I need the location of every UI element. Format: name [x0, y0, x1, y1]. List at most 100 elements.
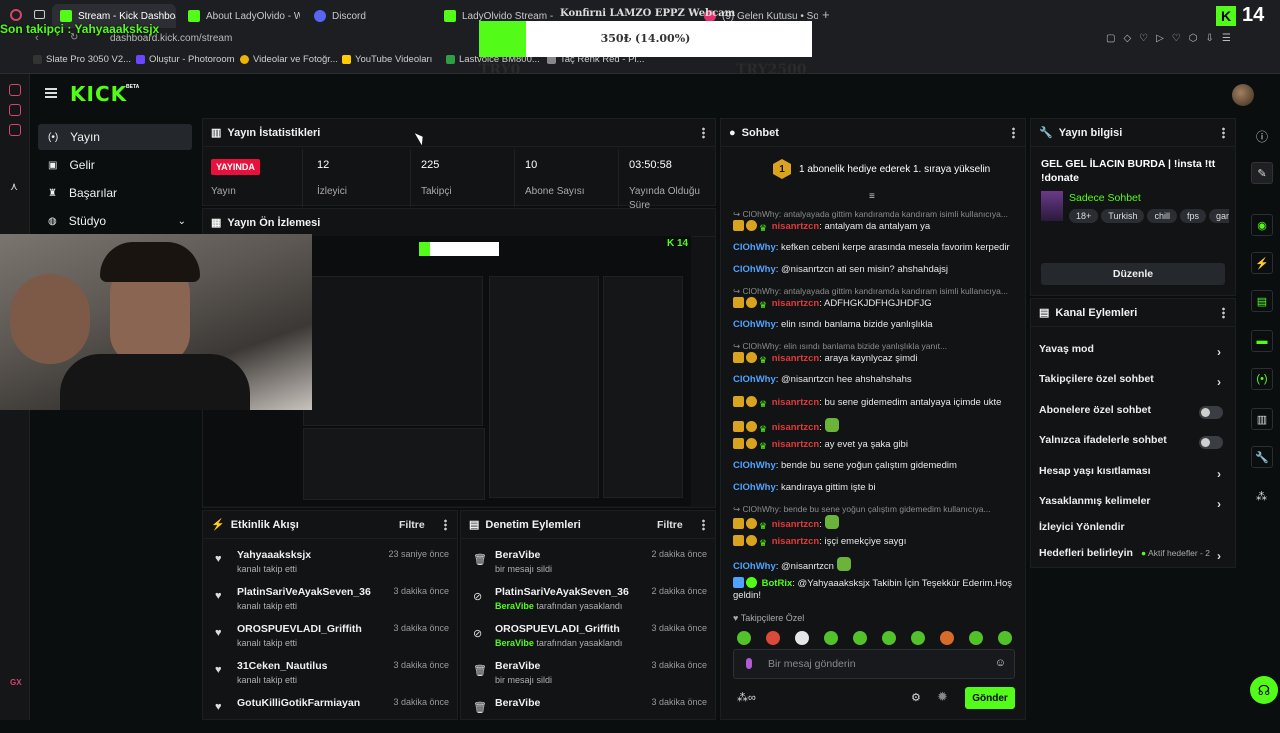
tab-about-ladyolvido[interactable]: About LadyOlvido - Watc	[180, 4, 300, 28]
info-icon[interactable]: ⓘ	[1256, 128, 1268, 145]
emote-icon[interactable]	[853, 631, 867, 645]
chat-username[interactable]: BotRix	[762, 578, 793, 589]
chat-reply-context[interactable]: ↪ ClOhWhy: bende bu sene yoğun çalıştım …	[733, 504, 1023, 515]
bookmark-item[interactable]: YouTube Videoları	[342, 54, 432, 65]
new-tab-icon[interactable]: +	[822, 7, 830, 22]
list-item[interactable]: 🗑 BeraVibe 3 dakika önce	[469, 697, 707, 733]
sidebar-item-basarilar[interactable]: ♜ Başarılar	[38, 180, 192, 206]
bookmark-item[interactable]: Slate Pro 3050 V2...	[33, 54, 131, 65]
collapse-icon[interactable]: ≡	[869, 191, 875, 202]
action-emote-only[interactable]: Yalnızca ifadelerle sohbet	[1039, 434, 1227, 456]
sidebar-app-icon[interactable]	[9, 84, 21, 96]
chat-username[interactable]: ClOhWhy	[733, 374, 776, 385]
list-item[interactable]: ♥ PlatinSariVeAyakSeven_36 kanalı takip et…	[211, 586, 449, 622]
gx-icon[interactable]: GX	[10, 678, 22, 687]
list-item[interactable]: 🗑 BeraVibe bir mesajı sildi 3 dakika önce	[469, 660, 707, 696]
sidebar-app-icon[interactable]	[9, 124, 21, 136]
action-host-viewers[interactable]: İzleyici Yönlendir	[1039, 521, 1227, 543]
emote-icon[interactable]	[737, 631, 751, 645]
chat-username[interactable]: ClOhWhy	[733, 460, 776, 471]
chat-username[interactable]: ClOhWhy	[733, 242, 776, 253]
chat-username[interactable]: ClOhWhy	[733, 561, 776, 572]
chat-message[interactable]: ClOhWhy: kefken cebeni kerpe arasında me…	[733, 242, 1023, 254]
activity-menu-icon[interactable]	[444, 519, 447, 531]
chat-message[interactable]: ♛ nisanrtzcn: araya kaynlycaz şimdi	[733, 352, 1023, 365]
document-icon[interactable]: ▤	[1251, 290, 1273, 312]
chat-message[interactable]: ♛ nisanrtzcn: bu sene gidemedim antalyay…	[733, 396, 1023, 409]
chat-username[interactable]: nisanrtzcn	[772, 298, 820, 309]
pencil-icon[interactable]: ✎	[1251, 162, 1273, 184]
chat-username[interactable]: nisanrtzcn	[772, 221, 820, 232]
microphone-icon[interactable]	[746, 658, 752, 669]
opera-logo-icon[interactable]	[10, 9, 22, 21]
moderation-menu-icon[interactable]	[702, 519, 705, 531]
chat-username[interactable]: nisanrtzcn	[772, 536, 820, 547]
kick-points-icon[interactable]: ⁂	[1256, 490, 1267, 503]
chat-username[interactable]: nisanrtzcn	[772, 353, 820, 364]
emote-icon[interactable]	[882, 631, 896, 645]
list-item[interactable]: ⊘ PlatinSariVeAyakSeven_36 BeraVibe tarafı…	[469, 586, 707, 622]
chat-username[interactable]: ClOhWhy	[733, 264, 776, 275]
tab-gaming-icon[interactable]	[34, 10, 45, 19]
kick-logo[interactable]: KICK	[70, 82, 127, 106]
subscribers-only-toggle[interactable]	[1199, 406, 1223, 419]
action-set-goals[interactable]: Hedefleri belirleyin ● Aktif hedefler - 2…	[1039, 547, 1227, 569]
kick-points-icon[interactable]: ⁂∞	[737, 691, 756, 704]
chat-message[interactable]: BotRix: @Yahyaaaksksjx Takibin İçin Teşe…	[733, 577, 1023, 602]
channel-actions-menu-icon[interactable]	[1222, 307, 1225, 319]
chat-message[interactable]: ♛ nisanrtzcn:	[733, 418, 1023, 434]
stream-info-menu-icon[interactable]	[1222, 127, 1225, 139]
sidebar-app-icon[interactable]	[9, 104, 21, 116]
browser-toolbar-icons[interactable]: ▢◇♡▷♡⬡⇩☰	[1106, 33, 1239, 44]
pinned-gift-banner[interactable]: 1 1 abonelik hediye ederek 1. sıraya yük…	[773, 159, 1023, 179]
action-account-age[interactable]: Hesap yaşı kısıtlaması ›	[1039, 465, 1227, 487]
emote-icon[interactable]	[940, 631, 954, 645]
list-item[interactable]: ♥ Yahyaaaksksjx kanalı takip etti 23 saniye…	[211, 549, 449, 585]
tag[interactable]: fps	[1179, 209, 1206, 223]
chat-reply-context[interactable]: ↪ ClOhWhy: antalyayada gittim kandıramda…	[733, 209, 1023, 220]
chat-message[interactable]: ClOhWhy: @nisanrtzcn	[733, 557, 1023, 573]
list-icon[interactable]: ▥	[1251, 408, 1273, 430]
tab-discord[interactable]: Discord	[306, 4, 426, 28]
tag[interactable]: gam	[1208, 209, 1229, 223]
list-item[interactable]: ♥ GotuKilliGotikFarmiayan 3 dakika önce	[211, 697, 449, 733]
action-followers-only[interactable]: Takipçilere özel sohbet ›	[1039, 373, 1227, 395]
list-item[interactable]: ♥ OROSPUEVLADI_Griffith kanalı takip etti 3…	[211, 623, 449, 659]
chat-menu-icon[interactable]	[1012, 127, 1015, 139]
list-item[interactable]: ♥ 31Ceken_Nautilus kanalı takip etti 3 daki…	[211, 660, 449, 696]
chat-message[interactable]: ClOhWhy: @nisanrtzcn hee ahshahshahs	[733, 374, 1023, 386]
broadcast-icon[interactable]: (•)	[1251, 368, 1273, 390]
emote-icon[interactable]	[998, 631, 1012, 645]
avatar[interactable]	[1232, 84, 1254, 106]
action-banned-words[interactable]: Yasaklanmış kelimeler ›	[1039, 495, 1227, 517]
chat-input[interactable]: Bir mesaj gönderin ☺	[733, 649, 1015, 679]
emote-icon[interactable]	[795, 631, 809, 645]
chat-message[interactable]: ClOhWhy: bende bu sene yoğun çalıştım gi…	[733, 460, 1023, 472]
camera-icon[interactable]: ◉	[1251, 214, 1273, 236]
chat-message[interactable]: ♛ nisanrtzcn: ADFHGKJDFHGJHDFJG	[733, 297, 1023, 310]
emote-icon[interactable]	[911, 631, 925, 645]
mod-icon[interactable]: ✹	[937, 689, 948, 705]
chat-message[interactable]: ♛ nisanrtzcn: işçi emekçiye saygı	[733, 535, 1023, 548]
chat-message[interactable]: ClOhWhy: elin ısındı banlama bizide yanl…	[733, 319, 1023, 331]
activity-filter-button[interactable]: Filtre	[399, 519, 425, 531]
chat-message[interactable]: ♛ nisanrtzcn: ay evet ya şaka gibi	[733, 438, 1023, 451]
chat-message[interactable]: ♛ nisanrtzcn: antalyam da antalyam ya	[733, 220, 1023, 233]
edit-button[interactable]: Düzenle	[1041, 263, 1225, 285]
emote-icon[interactable]	[766, 631, 780, 645]
list-item[interactable]: 🗑 BeraVibe bir mesajı sildi 2 dakika önce	[469, 549, 707, 585]
action-slow-mode[interactable]: Yavaş mod ›	[1039, 343, 1227, 365]
gear-icon[interactable]: ⚙	[911, 691, 921, 704]
action-subscribers-only[interactable]: Abonelere özel sohbet	[1039, 404, 1227, 426]
emote-icon[interactable]	[969, 631, 983, 645]
sidebar-item-yayin[interactable]: (•) Yayın	[38, 124, 192, 150]
lightning-icon[interactable]: ⚡	[1251, 252, 1273, 274]
tag[interactable]: 18+	[1069, 209, 1099, 223]
chat-username[interactable]: nisanrtzcn	[772, 439, 820, 450]
emoji-icon[interactable]: ☺	[995, 657, 1006, 669]
bookmark-item[interactable]: Oluştur - Photoroom	[136, 54, 235, 65]
list-item[interactable]: ⊘ OROSPUEVLADI_Griffith BeraVibe tarafında…	[469, 623, 707, 659]
chat-username[interactable]: nisanrtzcn	[772, 422, 820, 433]
sidebar-item-studyo[interactable]: ◍ Stüdyo ⌄	[38, 208, 192, 234]
chat-reply-context[interactable]: ↪ ClOhWhy: elin ısındı banlama bizide ya…	[733, 341, 1023, 352]
